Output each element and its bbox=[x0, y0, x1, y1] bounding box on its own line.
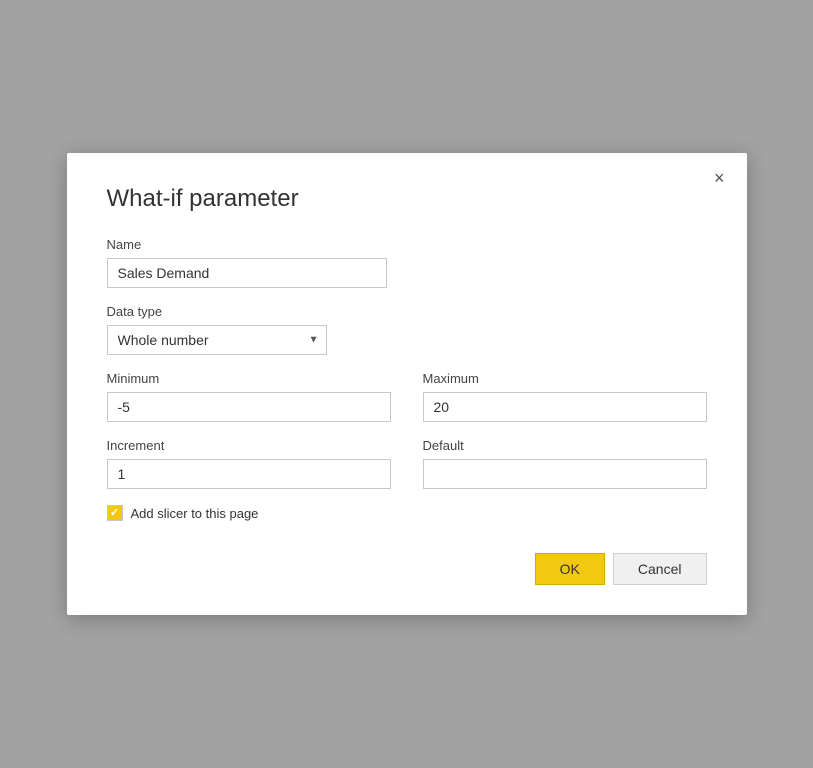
increment-label: Increment bbox=[107, 438, 391, 453]
increment-default-row: Increment Default bbox=[107, 438, 707, 489]
minimum-input[interactable] bbox=[107, 392, 391, 422]
maximum-label: Maximum bbox=[423, 371, 707, 386]
add-slicer-checkbox[interactable]: ✓ bbox=[107, 505, 123, 521]
data-type-select[interactable]: Whole number Decimal number Fixed decima… bbox=[107, 325, 327, 355]
default-group: Default bbox=[423, 438, 707, 489]
data-type-select-wrapper: Whole number Decimal number Fixed decima… bbox=[107, 325, 327, 355]
name-label: Name bbox=[107, 237, 707, 252]
data-type-label: Data type bbox=[107, 304, 707, 319]
increment-input[interactable] bbox=[107, 459, 391, 489]
ok-button[interactable]: OK bbox=[535, 553, 605, 585]
dialog-overlay: × What-if parameter Name Data type Whole… bbox=[0, 0, 813, 768]
increment-group: Increment bbox=[107, 438, 391, 489]
data-type-group: Data type Whole number Decimal number Fi… bbox=[107, 304, 707, 355]
checkmark-icon: ✓ bbox=[110, 508, 119, 519]
close-button[interactable]: × bbox=[708, 165, 731, 191]
dialog-title: What-if parameter bbox=[107, 185, 707, 213]
default-label: Default bbox=[423, 438, 707, 453]
minimum-group: Minimum bbox=[107, 371, 391, 422]
add-slicer-row[interactable]: ✓ Add slicer to this page bbox=[107, 505, 707, 521]
maximum-group: Maximum bbox=[423, 371, 707, 422]
maximum-input[interactable] bbox=[423, 392, 707, 422]
min-max-row: Minimum Maximum bbox=[107, 371, 707, 422]
minimum-label: Minimum bbox=[107, 371, 391, 386]
name-input[interactable] bbox=[107, 258, 387, 288]
what-if-dialog: × What-if parameter Name Data type Whole… bbox=[67, 153, 747, 615]
add-slicer-label: Add slicer to this page bbox=[131, 506, 259, 521]
dialog-footer: OK Cancel bbox=[107, 553, 707, 585]
name-group: Name bbox=[107, 237, 707, 288]
cancel-button[interactable]: Cancel bbox=[613, 553, 707, 585]
default-input[interactable] bbox=[423, 459, 707, 489]
